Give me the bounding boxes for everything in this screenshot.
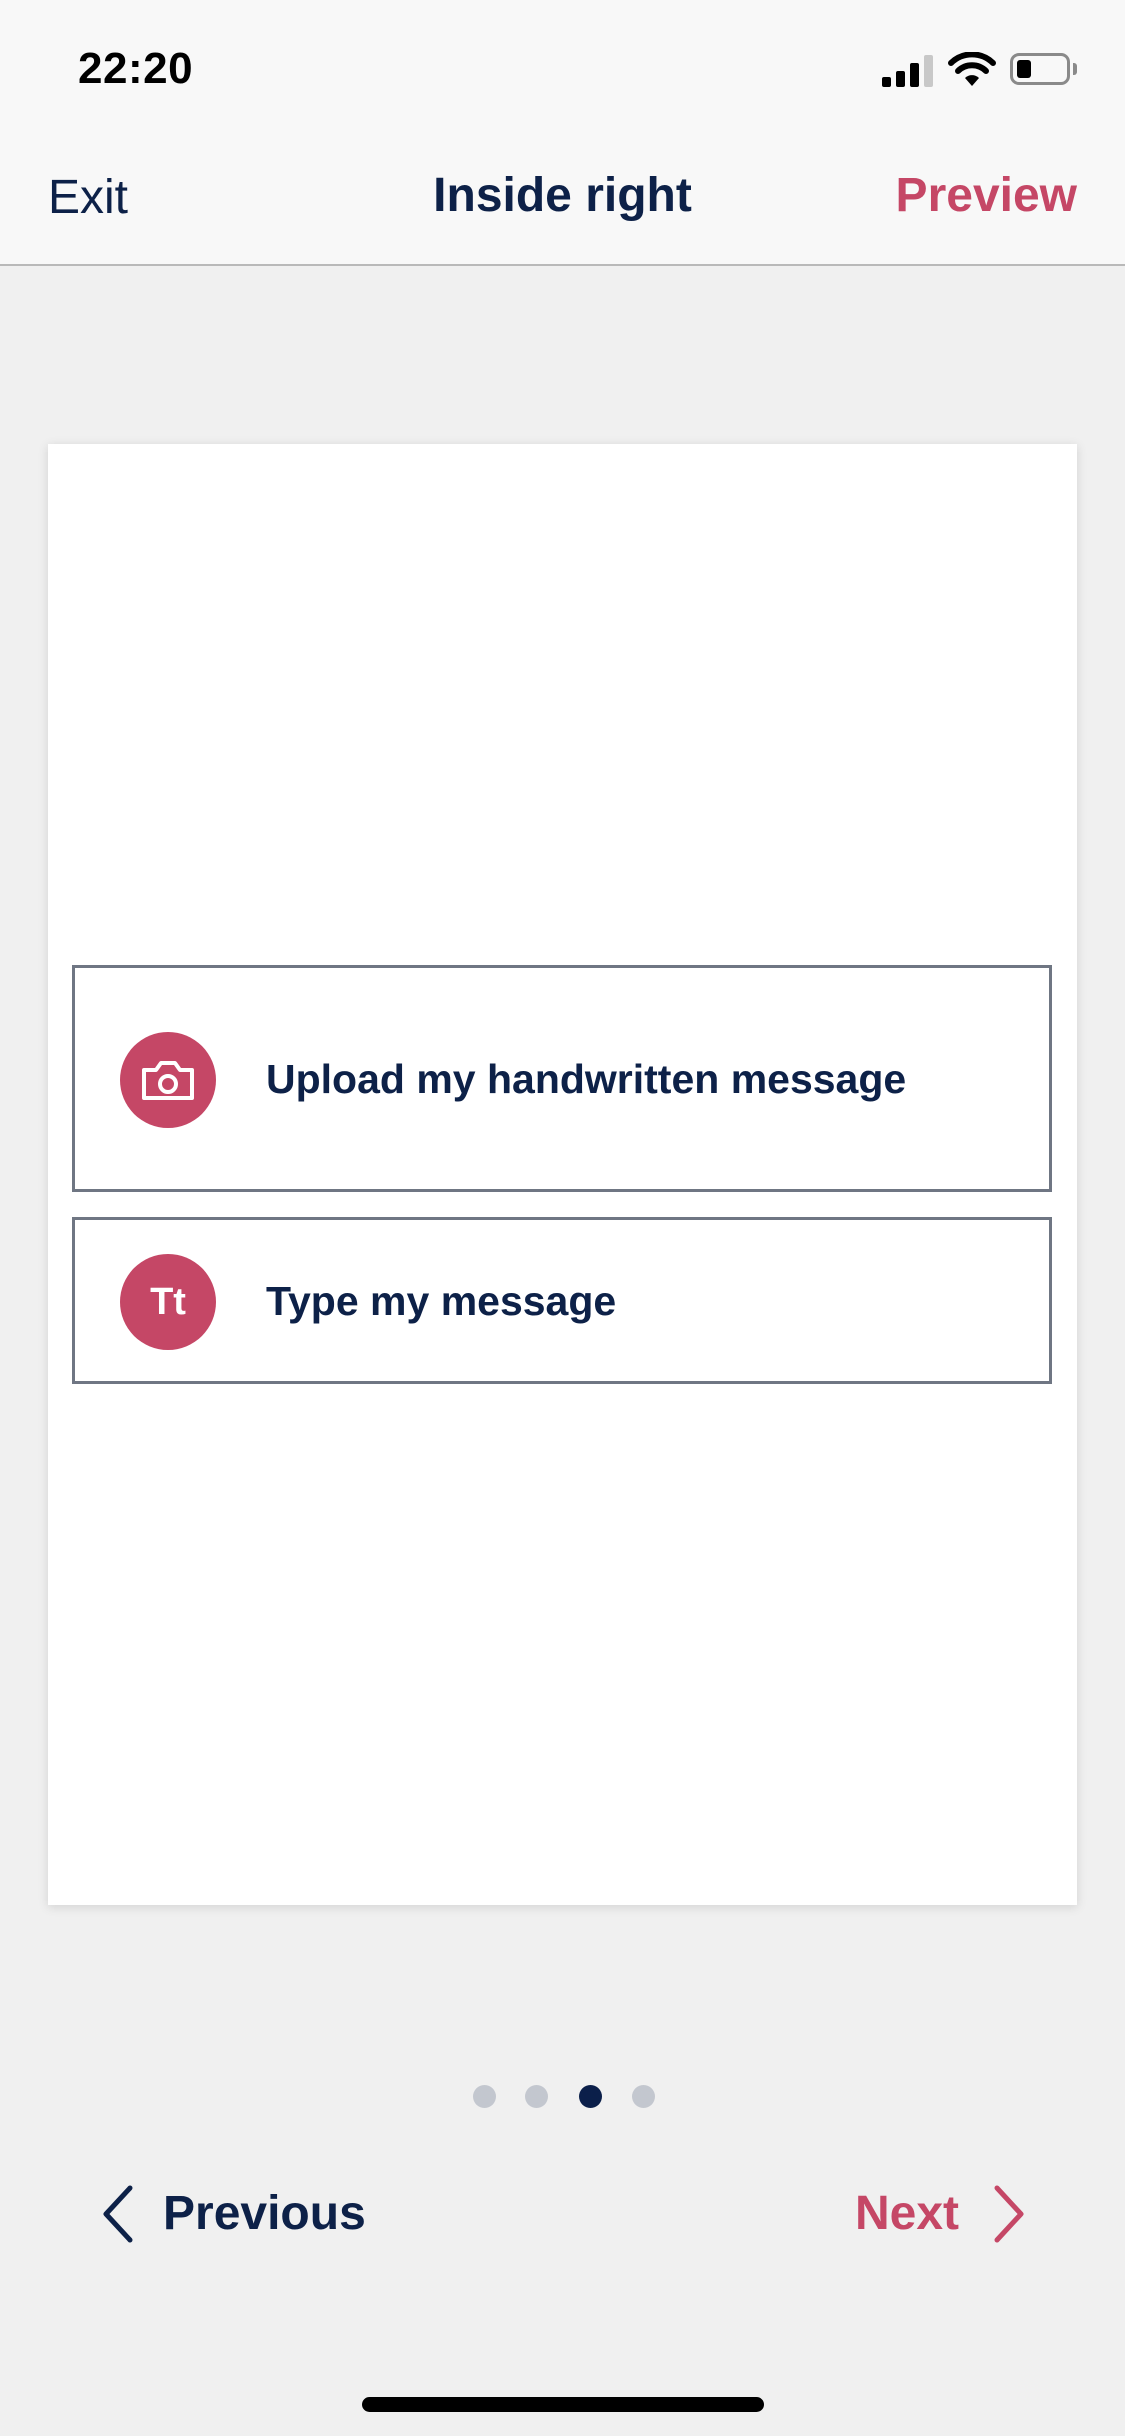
status-bar: 22:20 <box>0 0 1125 140</box>
type-message-option[interactable]: Tt Type my message <box>72 1217 1052 1384</box>
page-dot-3[interactable] <box>579 2085 602 2108</box>
preview-button[interactable]: Preview <box>896 168 1077 223</box>
chevron-right-icon <box>994 2185 1024 2243</box>
text-icon: Tt <box>150 1281 186 1323</box>
camera-icon <box>142 1061 194 1100</box>
wifi-icon <box>948 52 996 86</box>
text-icon-badge: Tt <box>120 1254 216 1350</box>
next-label: Next <box>855 2187 960 2240</box>
type-option-label: Type my message <box>266 1278 617 1324</box>
signal-icon <box>882 53 934 87</box>
battery-level <box>1017 60 1031 78</box>
battery-icon <box>1010 53 1070 85</box>
chevron-left-icon <box>103 2185 133 2243</box>
card-page: Upload my handwritten message Tt Type my… <box>48 444 1077 1905</box>
battery-nub <box>1073 63 1077 75</box>
upload-option-label: Upload my handwritten message <box>266 1056 907 1102</box>
status-time: 22:20 <box>78 44 194 93</box>
home-indicator[interactable] <box>362 2397 764 2412</box>
previous-label: Previous <box>163 2187 366 2240</box>
camera-icon-badge <box>120 1032 216 1128</box>
page-dot-4[interactable] <box>632 2085 655 2108</box>
upload-handwritten-option[interactable]: Upload my handwritten message <box>72 965 1052 1192</box>
page-dot-1[interactable] <box>473 2085 496 2108</box>
page-dot-2[interactable] <box>525 2085 548 2108</box>
page-indicator <box>0 2085 1125 2109</box>
next-button[interactable]: Next <box>855 2182 1030 2246</box>
nav-header: Exit Inside right Preview <box>0 140 1125 266</box>
